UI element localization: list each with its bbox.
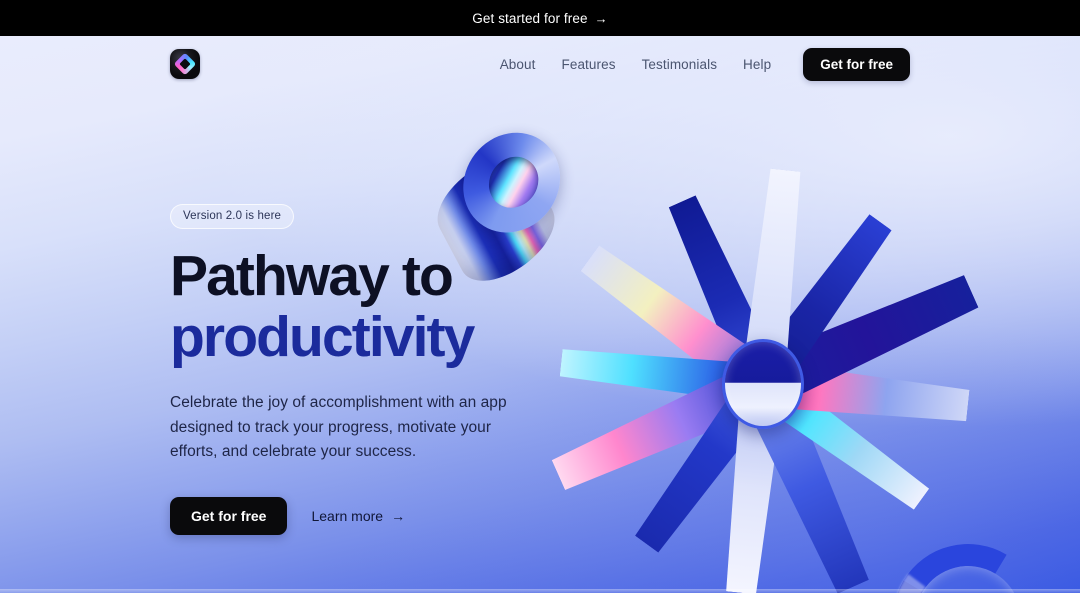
iridescent-starburst bbox=[533, 154, 993, 593]
logo-button[interactable] bbox=[170, 49, 200, 79]
nav-item-testimonials[interactable]: Testimonials bbox=[642, 57, 717, 72]
hero-paragraph: Celebrate the joy of accomplishment with… bbox=[170, 394, 507, 461]
nav-item-help[interactable]: Help bbox=[743, 57, 771, 72]
glossy-blue-arc bbox=[877, 528, 1059, 593]
starburst-blade bbox=[752, 268, 981, 408]
main-nav: About Features Testimonials Help Get for… bbox=[500, 47, 910, 81]
header-get-for-free-button[interactable]: Get for free bbox=[803, 47, 910, 81]
starburst-blade bbox=[752, 369, 933, 515]
starburst-blade bbox=[662, 193, 783, 393]
version-badge: Version 2.0 is here bbox=[170, 204, 295, 229]
announcement-bar[interactable]: Get started for free → bbox=[0, 0, 1080, 36]
starburst-blade bbox=[576, 240, 776, 403]
page-title-line-2: productivity bbox=[170, 304, 475, 369]
cylinder-hole bbox=[487, 152, 541, 212]
starburst-blade bbox=[747, 210, 897, 395]
arrow-right-icon: → bbox=[391, 507, 406, 524]
hero-actions: Get for free Learn more → bbox=[170, 496, 570, 535]
starburst-blade bbox=[630, 372, 780, 557]
hero-section: About Features Testimonials Help Get for… bbox=[0, 36, 1080, 593]
nav-item-features[interactable]: Features bbox=[561, 57, 615, 72]
nav-item-about[interactable]: About bbox=[500, 57, 536, 72]
learn-more-label: Learn more bbox=[311, 507, 384, 524]
arrow-right-icon: → bbox=[594, 10, 608, 26]
hero-copy: Version 2.0 is here Pathway to productiv… bbox=[170, 204, 570, 535]
announcement-label: Get started for free bbox=[472, 10, 588, 26]
starburst-blade bbox=[719, 382, 785, 593]
get-for-free-button[interactable]: Get for free bbox=[170, 496, 288, 535]
starburst-blade bbox=[559, 343, 765, 404]
page-title: Pathway to productivity bbox=[170, 247, 570, 366]
starburst-blade bbox=[740, 374, 876, 593]
starburst-blade bbox=[741, 168, 807, 386]
announcement-link[interactable]: Get started for free → bbox=[472, 11, 607, 26]
page-bottom-edge bbox=[0, 589, 1080, 593]
site-header: About Features Testimonials Help Get for… bbox=[0, 36, 1080, 92]
starburst-blade bbox=[549, 362, 773, 497]
starburst-blade bbox=[761, 361, 971, 428]
starburst-hub bbox=[722, 339, 804, 429]
diamond-logo-icon bbox=[173, 52, 197, 76]
page-title-line-1: Pathway to bbox=[170, 244, 454, 308]
learn-more-link[interactable]: Learn more → bbox=[311, 508, 405, 524]
